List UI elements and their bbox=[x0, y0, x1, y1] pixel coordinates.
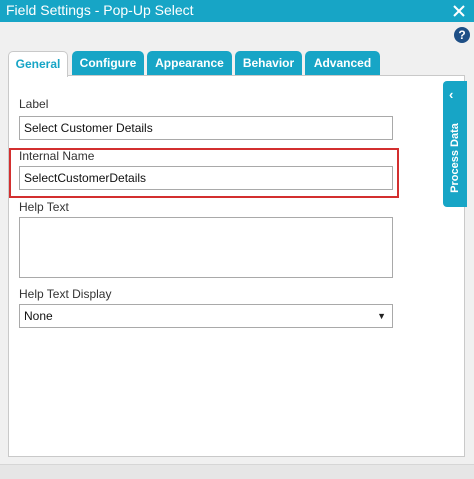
internal-name-caption: Internal Name bbox=[19, 149, 95, 163]
label-caption: Label bbox=[19, 97, 49, 111]
help-icon[interactable]: ? bbox=[454, 27, 470, 43]
label-input[interactable]: Select Customer Details bbox=[19, 116, 393, 140]
tab-configure[interactable]: Configure bbox=[72, 51, 144, 76]
dropdown-arrow-icon: ▼ bbox=[377, 311, 386, 321]
process-data-panel-toggle[interactable]: ‹ Process Data bbox=[443, 81, 467, 207]
process-data-label: Process Data bbox=[449, 123, 461, 193]
chevron-left-icon: ‹ bbox=[449, 87, 454, 102]
tab-advanced[interactable]: Advanced bbox=[305, 51, 380, 76]
internal-name-input[interactable]: SelectCustomerDetails bbox=[19, 166, 393, 190]
help-text-display-caption: Help Text Display bbox=[19, 287, 112, 301]
tab-general[interactable]: General bbox=[8, 51, 68, 77]
window-title: Field Settings - Pop-Up Select bbox=[6, 2, 194, 18]
tab-behavior[interactable]: Behavior bbox=[235, 51, 302, 76]
help-text-input[interactable] bbox=[19, 217, 393, 278]
window-footer bbox=[0, 464, 474, 479]
help-text-display-value: None bbox=[24, 309, 53, 323]
close-icon[interactable] bbox=[451, 3, 467, 19]
window-titlebar: Field Settings - Pop-Up Select bbox=[0, 0, 474, 22]
help-text-caption: Help Text bbox=[19, 200, 69, 214]
tab-appearance[interactable]: Appearance bbox=[147, 51, 232, 76]
help-text-display-select[interactable]: None ▼ bbox=[19, 304, 393, 328]
